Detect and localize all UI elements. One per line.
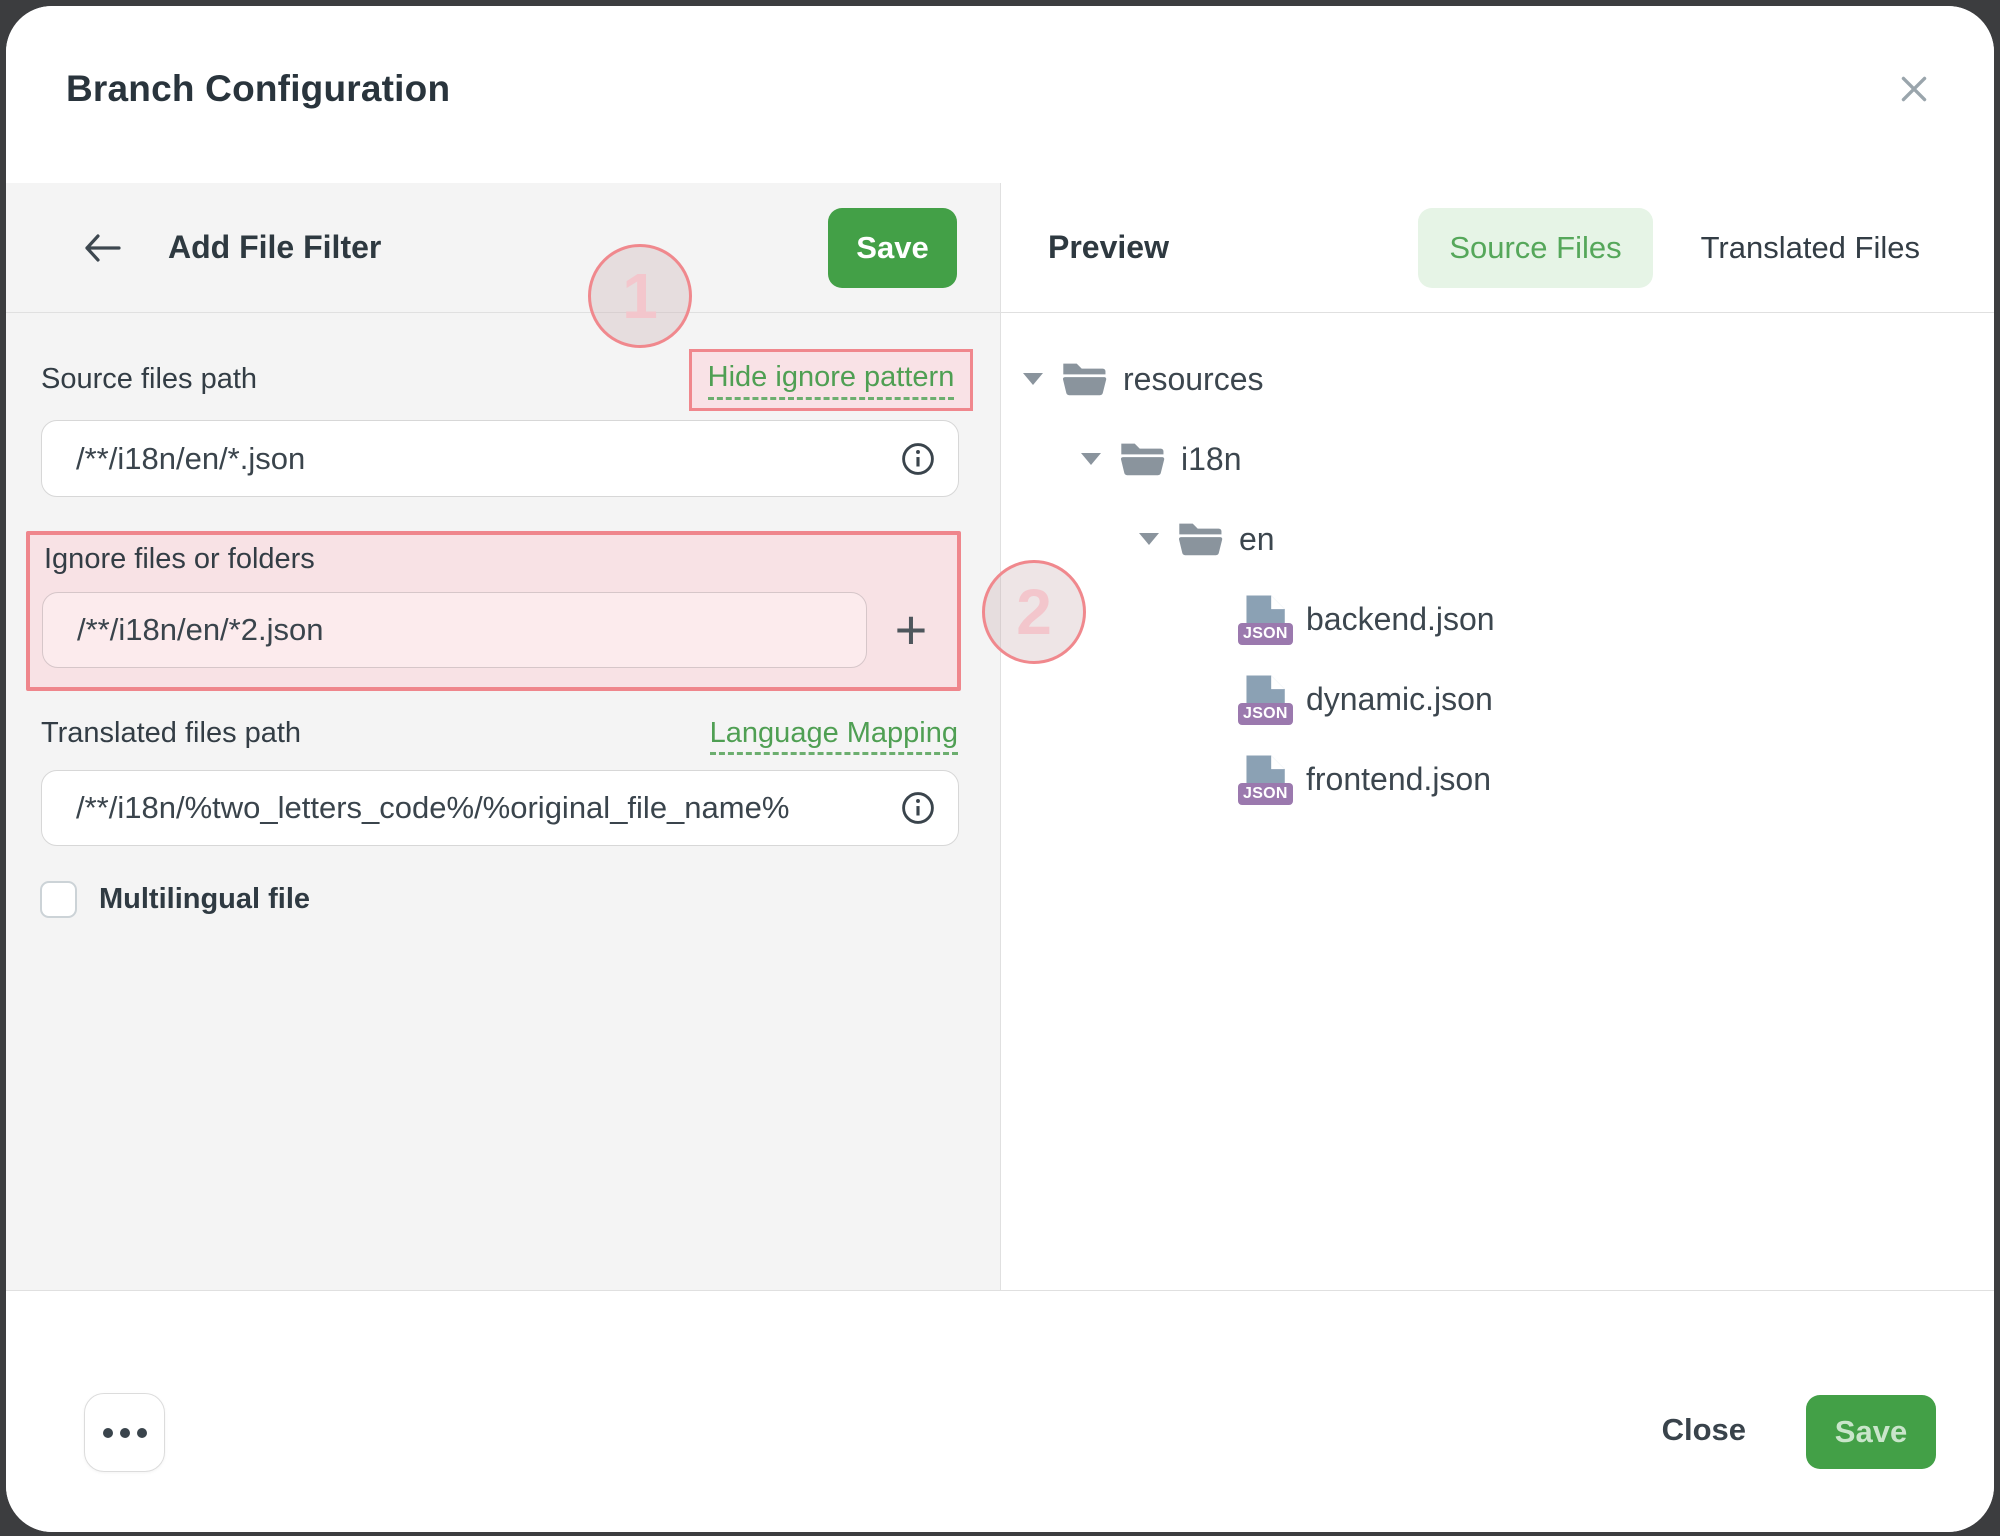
language-mapping-link[interactable]: Language Mapping xyxy=(710,717,958,755)
tree-item-resources[interactable]: resources xyxy=(1001,339,1994,419)
hide-ignore-pattern-link[interactable]: Hide ignore pattern xyxy=(708,361,955,400)
modal-footer: Close Save xyxy=(6,1290,1994,1532)
source-files-path-value: /**/i18n/en/*.json xyxy=(76,441,888,477)
file-tree: resources i18n en JSON backend.json JSON dynam… xyxy=(1001,313,1994,1290)
chevron-down-icon[interactable] xyxy=(1081,453,1101,465)
tree-item-label: frontend.json xyxy=(1306,761,1491,798)
tab-translated-files[interactable]: Translated Files xyxy=(1701,208,1920,288)
preview-heading: Preview xyxy=(1048,229,1169,266)
multilingual-checkbox[interactable] xyxy=(40,881,77,918)
source-files-path-label: Source files path xyxy=(41,363,257,396)
file-filter-form: Source files path Hide ignore pattern /*… xyxy=(6,313,1000,1290)
tree-item-label: en xyxy=(1239,521,1275,558)
source-files-path-input[interactable]: /**/i18n/en/*.json xyxy=(41,420,959,497)
info-icon[interactable] xyxy=(900,790,936,826)
tree-item-i18n[interactable]: i18n xyxy=(1001,419,1994,499)
json-file-icon: JSON xyxy=(1244,594,1286,644)
modal-title: Branch Configuration xyxy=(66,68,450,110)
preview-panel: Preview Source Files Translated Files res… xyxy=(1001,183,1994,1290)
ellipsis-icon xyxy=(103,1428,113,1438)
file-filter-panel: Add File Filter Save Source files path H… xyxy=(6,183,1001,1290)
more-options-button[interactable] xyxy=(84,1393,165,1472)
ellipsis-icon xyxy=(137,1428,147,1438)
tree-item-label: resources xyxy=(1123,361,1264,398)
preview-header: Preview Source Files Translated Files xyxy=(1001,183,1994,313)
file-filter-header: Add File Filter Save xyxy=(6,183,1000,313)
hide-ignore-pattern-highlight: Hide ignore pattern xyxy=(689,349,973,411)
chevron-down-icon[interactable] xyxy=(1139,533,1159,545)
save-button[interactable]: Save xyxy=(1806,1395,1936,1469)
json-badge: JSON xyxy=(1238,623,1293,645)
ignore-pattern-input[interactable]: /**/i18n/en/*2.json xyxy=(42,592,867,668)
tab-source-files[interactable]: Source Files xyxy=(1418,208,1652,288)
ignore-pattern-highlight: Ignore files or folders /**/i18n/en/*2.j… xyxy=(26,531,961,691)
filter-save-button[interactable]: Save xyxy=(828,208,957,288)
json-file-icon: JSON xyxy=(1244,754,1286,804)
preview-tabs: Source Files Translated Files xyxy=(1418,208,1920,288)
close-icon[interactable] xyxy=(1890,66,1938,114)
close-button[interactable]: Close xyxy=(1656,1411,1752,1449)
json-file-icon: JSON xyxy=(1244,674,1286,724)
tree-item-backend.json[interactable]: JSON backend.json xyxy=(1001,579,1994,659)
translated-files-path-input[interactable]: /**/i18n/%two_letters_code%/%original_fi… xyxy=(41,770,959,846)
info-icon[interactable] xyxy=(900,441,936,477)
tree-item-frontend.json[interactable]: JSON frontend.json xyxy=(1001,739,1994,819)
add-ignore-pattern-icon[interactable]: + xyxy=(873,592,949,668)
ignore-files-label: Ignore files or folders xyxy=(44,543,315,576)
tree-item-label: backend.json xyxy=(1306,601,1495,638)
tree-item-en[interactable]: en xyxy=(1001,499,1994,579)
ignore-pattern-value: /**/i18n/en/*2.json xyxy=(77,612,844,648)
json-badge: JSON xyxy=(1238,703,1293,725)
language-mapping-wrap: Language Mapping xyxy=(710,717,958,750)
modal-header: Branch Configuration xyxy=(6,6,1994,183)
ellipsis-icon xyxy=(120,1428,130,1438)
folder-icon xyxy=(1061,359,1107,399)
multilingual-label: Multilingual file xyxy=(99,883,310,916)
translated-files-path-value: /**/i18n/%two_letters_code%/%original_fi… xyxy=(76,790,888,826)
back-arrow-icon[interactable] xyxy=(82,232,122,264)
tree-item-label: i18n xyxy=(1181,441,1242,478)
folder-icon xyxy=(1119,439,1165,479)
translated-files-path-label: Translated files path xyxy=(41,717,301,750)
chevron-down-icon[interactable] xyxy=(1023,373,1043,385)
multilingual-file-option[interactable]: Multilingual file xyxy=(40,881,310,918)
tree-item-label: dynamic.json xyxy=(1306,681,1493,718)
folder-icon xyxy=(1177,519,1223,559)
modal-body: Add File Filter Save Source files path H… xyxy=(6,183,1994,1290)
tree-item-dynamic.json[interactable]: JSON dynamic.json xyxy=(1001,659,1994,739)
branch-configuration-modal: Branch Configuration Add File Filter Sav… xyxy=(6,6,1994,1532)
panel-heading: Add File Filter xyxy=(168,229,381,266)
json-badge: JSON xyxy=(1238,783,1293,805)
